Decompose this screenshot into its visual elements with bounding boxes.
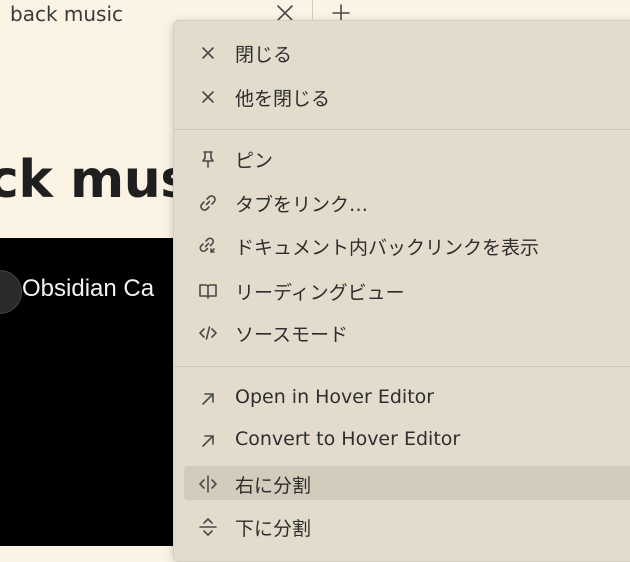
channel-avatar [0, 270, 22, 314]
split-vertical-icon [198, 474, 218, 494]
menu-item-show-backlinks[interactable]: ドキュメント内バックリンクを表示 [184, 228, 630, 262]
menu-item-split-right[interactable]: 右に分割 [184, 466, 630, 500]
arrow-up-right-icon [198, 431, 218, 451]
menu-item-label: ドキュメント内バックリンクを表示 [235, 237, 540, 259]
menu-item-label: Open in Hover Editor [235, 386, 435, 408]
menu-item-link-tab[interactable]: タブをリンク… [184, 185, 630, 219]
menu-item-open-in-hover-editor[interactable]: Open in Hover Editor [184, 381, 630, 415]
menu-item-reading-view[interactable]: リーディングビュー [184, 273, 630, 307]
split-horizontal-icon [198, 517, 218, 537]
menu-item-close-others[interactable]: 他を閉じる [184, 79, 630, 113]
menu-item-pin[interactable]: ピン [184, 141, 630, 175]
menu-item-label: タブをリンク… [235, 194, 369, 216]
menu-item-split-down[interactable]: 下に分割 [184, 509, 630, 543]
menu-item-label: 他を閉じる [235, 88, 331, 110]
menu-item-label: ソースモード [235, 324, 349, 346]
menu-item-close[interactable]: 閉じる [184, 35, 630, 69]
video-title: Obsidian Ca [22, 275, 155, 302]
menu-item-label: 閉じる [235, 44, 293, 66]
menu-item-label: ピン [235, 150, 274, 172]
menu-item-label: Convert to Hover Editor [235, 428, 461, 450]
embedded-video[interactable]: Obsidian Ca [0, 238, 200, 546]
close-icon [198, 87, 218, 107]
code-icon [198, 323, 218, 343]
close-icon [198, 43, 218, 63]
arrow-up-right-icon [198, 389, 218, 409]
pin-icon [198, 149, 218, 169]
backlink-icon [198, 236, 218, 256]
menu-item-label: 右に分割 [235, 475, 312, 497]
menu-separator [174, 129, 630, 130]
menu-item-source-mode[interactable]: ソースモード [184, 315, 630, 349]
book-open-icon [198, 281, 218, 301]
menu-separator [174, 366, 630, 367]
tab-title: back music [10, 2, 124, 26]
link-icon [198, 193, 218, 213]
menu-item-convert-to-hover-editor[interactable]: Convert to Hover Editor [184, 423, 630, 457]
tab-context-menu: 閉じる 他を閉じる ピン タブをリンク… ドキュメント内バックリンクを表示 リー… [173, 20, 630, 562]
menu-item-label: 下に分割 [235, 518, 312, 540]
menu-item-label: リーディングビュー [235, 282, 405, 304]
